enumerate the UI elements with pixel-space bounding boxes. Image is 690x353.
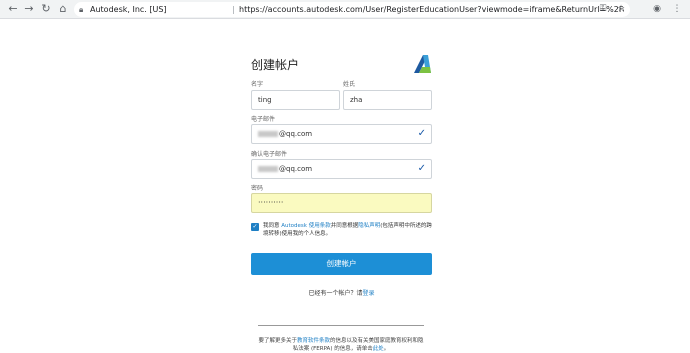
redacted-email-prefix	[258, 131, 278, 137]
last-name-input[interactable]: zha	[343, 90, 432, 110]
first-name-value: ting	[258, 96, 272, 104]
autodesk-logo-icon	[414, 55, 431, 73]
terms-of-use-link[interactable]: Autodesk 使用条款	[281, 223, 330, 229]
confirm-email-value: @qq.com	[279, 165, 313, 173]
url-separator: |	[232, 5, 235, 14]
key-icon[interactable]: ⚿	[596, 2, 610, 16]
back-icon[interactable]: ←	[6, 2, 20, 16]
first-name-label: 名字	[251, 81, 264, 88]
confirm-email-label: 确认电子邮件	[251, 151, 288, 158]
star-icon[interactable]: ☆	[614, 2, 628, 16]
create-account-button[interactable]: 创建帐户	[251, 253, 432, 275]
consent-text: 我同意 Autodesk 使用条款并同意根据隐私声明(包括声明中所述的跨境转移)…	[263, 222, 433, 238]
extension-icon[interactable]: ◉	[650, 2, 664, 16]
password-value: ··········	[258, 198, 284, 207]
signin-link[interactable]: 登录	[363, 290, 375, 297]
last-name-label: 姓氏	[343, 81, 356, 88]
email-value: @qq.com	[279, 130, 313, 138]
confirm-email-valid-check-icon: ✓	[417, 163, 426, 174]
reload-icon[interactable]: ↻	[39, 2, 53, 16]
footer-pre: 要了解更多关于	[258, 338, 297, 344]
signin-prompt: 已经有一个帐户？请登录	[251, 288, 432, 297]
footer-post: 。	[383, 346, 390, 352]
email-label: 电子邮件	[251, 116, 276, 123]
signin-pre: 已经有一个帐户？请	[308, 290, 363, 297]
page-title: 创建帐户	[251, 58, 300, 72]
confirm-email-input[interactable]: @qq.com ✓	[251, 159, 432, 179]
footer-text: 要了解更多关于教育软件条款的信息以及有关美国家庭教育权利和隐私法案 (FERPA…	[258, 337, 424, 353]
email-input[interactable]: @qq.com ✓	[251, 124, 432, 144]
site-identity: Autodesk, Inc. [US]	[90, 5, 167, 14]
email-valid-check-icon: ✓	[417, 128, 426, 139]
footer-divider	[258, 325, 424, 326]
url-text[interactable]: https://accounts.autodesk.com/User/Regis…	[239, 2, 624, 17]
menu-icon[interactable]: ⋮	[670, 2, 684, 16]
password-input[interactable]: ··········	[251, 193, 432, 213]
consent-pre: 我同意	[263, 223, 282, 229]
address-bar[interactable]: 🔒︎ Autodesk, Inc. [US] | https://account…	[74, 2, 630, 17]
first-name-input[interactable]: ting	[251, 90, 340, 110]
lock-icon: 🔒︎	[79, 5, 84, 14]
ferpa-here-link[interactable]: 此处	[373, 346, 384, 352]
last-name-value: zha	[350, 96, 363, 104]
privacy-statement-link[interactable]: 隐私声明	[358, 223, 380, 229]
redacted-confirm-email-prefix	[258, 166, 278, 172]
consent-checkbox[interactable]: ✓	[251, 223, 259, 231]
consent-mid: 并同意根据	[330, 223, 359, 229]
password-label: 密码	[251, 185, 264, 192]
home-icon[interactable]: ⌂	[56, 2, 70, 16]
forward-icon[interactable]: →	[22, 2, 36, 16]
education-terms-link[interactable]: 教育软件条款	[297, 338, 330, 344]
browser-toolbar: ← → ↻ ⌂ 🔒︎ Autodesk, Inc. [US] | https:/…	[0, 0, 690, 19]
